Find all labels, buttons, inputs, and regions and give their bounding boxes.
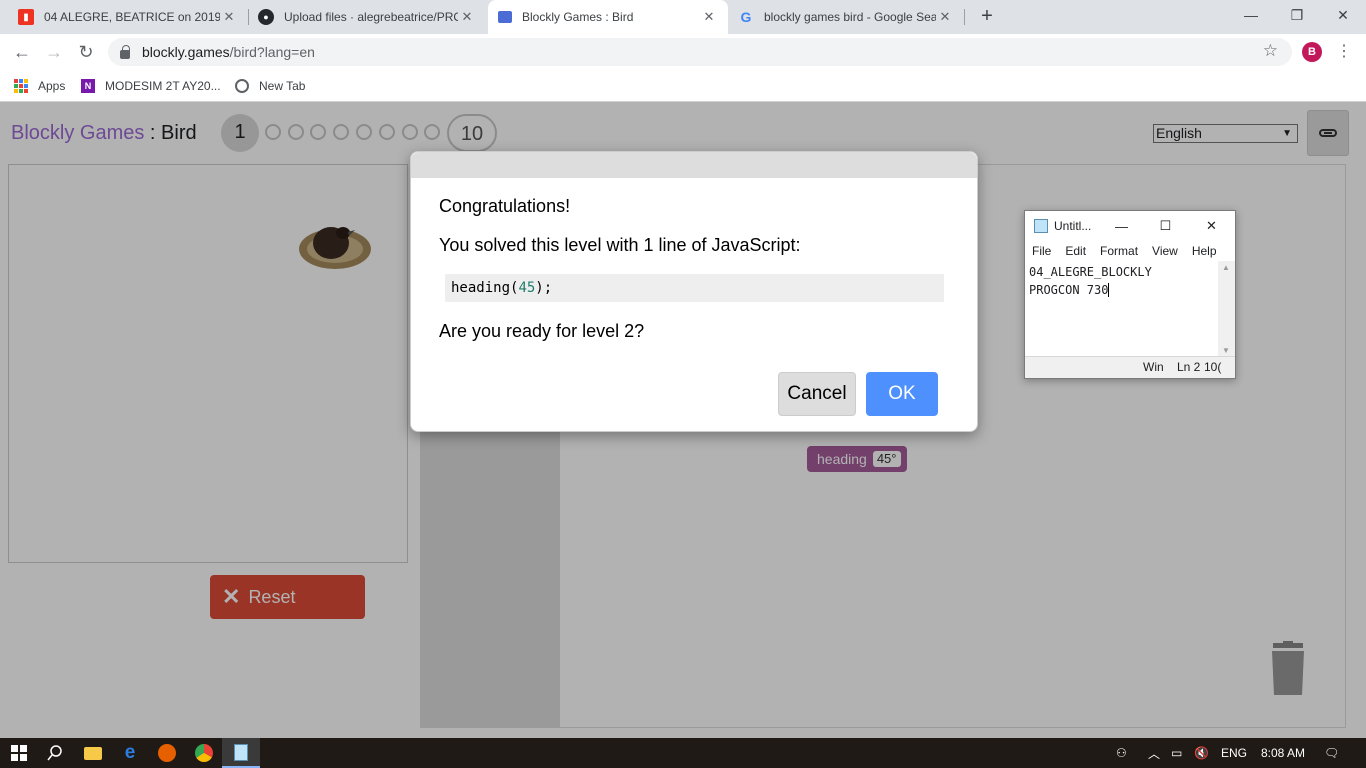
close-icon[interactable]: ✕ — [458, 9, 476, 25]
tab-github[interactable]: ● Upload files · alegrebeatrice/PRO ✕ — [248, 0, 486, 34]
close-icon[interactable]: ✕ — [936, 9, 954, 25]
tab-blockly[interactable]: Blockly Games : Bird ✕ — [488, 0, 728, 34]
blockly-icon — [498, 11, 512, 23]
menu-format[interactable]: Format — [1100, 244, 1138, 258]
notepad-title: Untitl... — [1054, 219, 1092, 233]
firefox-icon[interactable] — [148, 738, 186, 768]
notifications-icon[interactable]: 🗨 — [1324, 738, 1339, 768]
tab-title: Upload files · alegrebeatrice/PRO — [284, 10, 458, 24]
dialog-heading: Congratulations! — [439, 196, 571, 216]
menu-icon[interactable]: ⋮ — [1336, 42, 1352, 62]
windows-taskbar: e ⚇ ︿ ▭ 🔇 ENG 8:08 AM 🗨 — [0, 738, 1366, 768]
url-host: blockly.games — [142, 44, 230, 60]
cancel-button[interactable]: Cancel — [778, 372, 856, 416]
menu-help[interactable]: Help — [1192, 244, 1217, 258]
tab-google[interactable]: G blockly games bird - Google Sea ✕ — [728, 0, 964, 34]
chevron-up-icon[interactable]: ︿ — [1148, 738, 1160, 768]
dialog-message: You solved this level with 1 line of Jav… — [439, 235, 801, 255]
bookmark-apps[interactable]: Apps — [14, 77, 65, 95]
search-icon[interactable] — [36, 738, 74, 768]
bookmarks-bar: Apps N MODESIM 2T AY20... New Tab — [0, 70, 1366, 102]
network-icon[interactable]: ▭ — [1171, 738, 1182, 768]
windows-icon — [11, 745, 27, 761]
browser-toolbar: ← → ↻ blockly.games/bird?lang=en ☆ — [0, 34, 1366, 70]
onenote-icon: N — [81, 79, 95, 93]
notepad-icon — [1034, 219, 1048, 233]
back-icon[interactable]: ← — [10, 40, 34, 64]
notepad-statusbar: Win Ln 2 10( — [1025, 356, 1235, 378]
forward-icon[interactable]: → — [42, 40, 66, 64]
notepad-titlebar[interactable]: Untitl... — ☐ ✕ — [1025, 211, 1235, 241]
tab-canvas[interactable]: ▮ 04 ALEGRE, BEATRICE on 2019T2 ✕ — [8, 0, 248, 34]
tab-strip: ▮ 04 ALEGRE, BEATRICE on 2019T2 ✕ ● Uplo… — [0, 0, 1366, 34]
volume-muted-icon[interactable]: 🔇 — [1194, 738, 1209, 768]
start-button[interactable] — [0, 738, 38, 768]
notepad-menubar: File Edit Format View Help — [1025, 241, 1235, 261]
close-window-button[interactable]: ✕ — [1320, 0, 1366, 30]
profile-avatar[interactable]: B — [1302, 42, 1322, 62]
restore-button[interactable]: ❐ — [1274, 0, 1320, 30]
congratulations-dialog: Congratulations! You solved this level w… — [410, 151, 978, 432]
canvas-icon: ▮ — [18, 9, 34, 25]
minimize-button[interactable]: — — [1228, 0, 1274, 30]
new-tab-button[interactable]: + — [976, 6, 998, 28]
chevron-up-icon[interactable]: ▲ — [1222, 263, 1230, 272]
edge-icon[interactable]: e — [111, 738, 149, 768]
ok-button[interactable]: OK — [866, 372, 938, 416]
github-icon: ● — [258, 9, 274, 25]
lock-icon — [120, 44, 130, 59]
bookmark-label: MODESIM 2T AY20... — [105, 79, 221, 93]
minimize-button[interactable]: — — [1099, 211, 1144, 241]
encoding-status: Win — [1143, 360, 1164, 374]
chevron-down-icon[interactable]: ▼ — [1222, 346, 1230, 355]
notepad-window: Untitl... — ☐ ✕ File Edit Format View He… — [1024, 210, 1236, 379]
close-icon[interactable]: ✕ — [220, 9, 238, 25]
bookmark-star-icon[interactable]: ☆ — [1263, 41, 1278, 61]
bookmark-onenote[interactable]: N MODESIM 2T AY20... — [81, 77, 221, 95]
input-language[interactable]: ENG — [1221, 738, 1247, 768]
people-icon[interactable]: ⚇ — [1116, 738, 1127, 768]
google-icon: G — [740, 9, 752, 25]
menu-edit[interactable]: Edit — [1065, 244, 1086, 258]
dialog-question: Are you ready for level 2? — [439, 321, 645, 341]
notepad-taskbar-icon[interactable] — [222, 738, 260, 768]
close-window-button[interactable]: ✕ — [1189, 211, 1234, 241]
chrome-icon[interactable] — [185, 738, 223, 768]
close-icon[interactable]: ✕ — [700, 9, 718, 25]
vertical-scrollbar[interactable]: ▲ ▼ — [1218, 261, 1235, 357]
text-line: PROGCON 730 — [1029, 283, 1110, 297]
tab-title: Blockly Games : Bird — [522, 10, 634, 24]
address-bar[interactable]: blockly.games/bird?lang=en ☆ — [108, 38, 1292, 66]
code-snippet: heading(45); — [445, 274, 944, 302]
bookmark-label: New Tab — [259, 79, 306, 93]
cursor-position: Ln 2 — [1177, 360, 1201, 374]
reload-icon[interactable]: ↻ — [74, 40, 98, 64]
url-path: /bird?lang=en — [229, 44, 315, 60]
dialog-header — [411, 152, 977, 178]
tab-divider — [964, 9, 965, 25]
globe-icon — [235, 79, 249, 93]
text-line: 04_ALEGRE_BLOCKLY — [1029, 265, 1152, 279]
notepad-text-area[interactable]: 04_ALEGRE_BLOCKLY PROGCON 730 — [1025, 261, 1219, 357]
bookmark-label: Apps — [38, 79, 66, 93]
tab-title: blockly games bird - Google Sea — [764, 10, 936, 24]
apps-grid-icon — [14, 79, 28, 93]
file-explorer-icon[interactable] — [74, 738, 112, 768]
clock[interactable]: 8:08 AM — [1261, 738, 1305, 768]
menu-file[interactable]: File — [1032, 244, 1051, 258]
zoom-level: 10( — [1204, 360, 1222, 374]
menu-view[interactable]: View — [1152, 244, 1178, 258]
bookmark-newtab[interactable]: New Tab — [235, 77, 305, 95]
tab-title: 04 ALEGRE, BEATRICE on 2019T2 — [44, 10, 220, 24]
maximize-button[interactable]: ☐ — [1143, 211, 1188, 241]
